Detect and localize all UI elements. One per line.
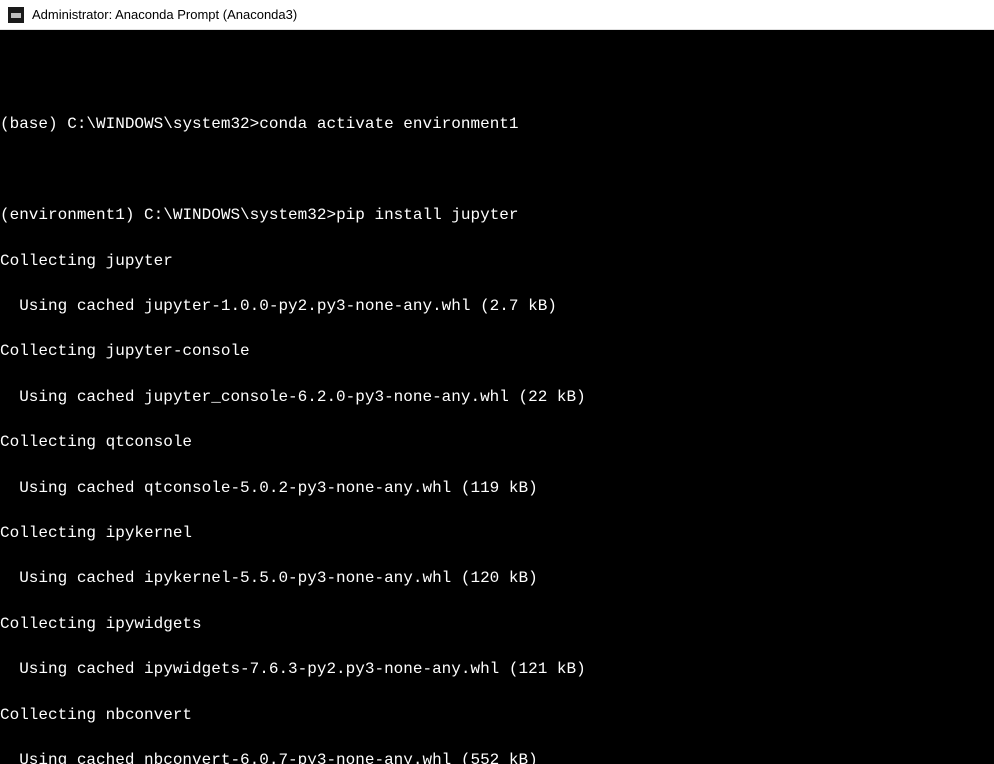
output-line: Collecting ipykernel (0, 522, 994, 545)
output-line: Collecting ipywidgets (0, 613, 994, 636)
blank-line (0, 159, 994, 182)
output-line: Using cached jupyter_console-6.2.0-py3-n… (0, 386, 994, 409)
output-line: Using cached ipywidgets-7.6.3-py2.py3-no… (0, 658, 994, 681)
prompt-path: C:\WINDOWS\system32> (67, 115, 259, 133)
output-line: Collecting nbconvert (0, 704, 994, 727)
prompt-line-1: (base) C:\WINDOWS\system32>conda activat… (0, 113, 994, 136)
window-title-bar: Administrator: Anaconda Prompt (Anaconda… (0, 0, 994, 30)
output-line: Collecting jupyter (0, 250, 994, 273)
env-indicator: (base) (0, 115, 67, 133)
output-line: Collecting jupyter-console (0, 340, 994, 363)
output-line: Using cached nbconvert-6.0.7-py3-none-an… (0, 749, 994, 764)
env-indicator: (environment1) (0, 206, 144, 224)
window-title: Administrator: Anaconda Prompt (Anaconda… (32, 7, 297, 22)
output-line: Using cached jupyter-1.0.0-py2.py3-none-… (0, 295, 994, 318)
terminal-content: (base) C:\WINDOWS\system32>conda activat… (0, 75, 994, 764)
output-line: Collecting qtconsole (0, 431, 994, 454)
command-text: pip install jupyter (336, 206, 518, 224)
output-line: Using cached ipykernel-5.5.0-py3-none-an… (0, 567, 994, 590)
prompt-path: C:\WINDOWS\system32> (144, 206, 336, 224)
prompt-line-2: (environment1) C:\WINDOWS\system32>pip i… (0, 204, 994, 227)
terminal-area[interactable]: (base) C:\WINDOWS\system32>conda activat… (0, 30, 994, 764)
terminal-icon (8, 7, 24, 23)
command-text: conda activate environment1 (259, 115, 518, 133)
output-line: Using cached qtconsole-5.0.2-py3-none-an… (0, 477, 994, 500)
